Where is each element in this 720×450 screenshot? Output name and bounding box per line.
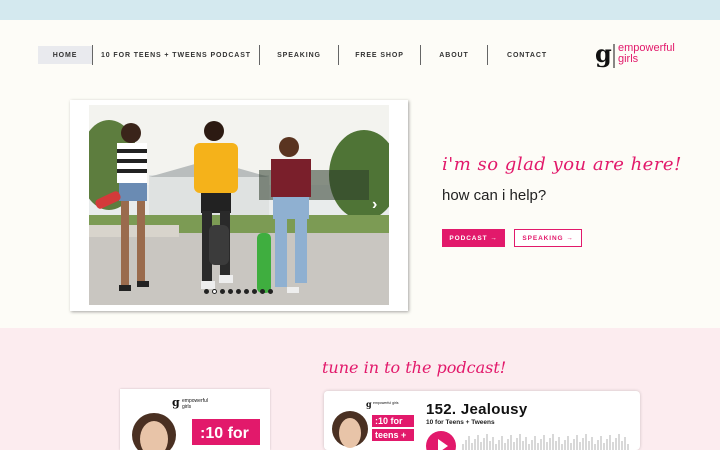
waveform-bar xyxy=(486,434,488,450)
podcast-cover-art: g empowerful girls :10 for xyxy=(120,389,270,450)
waveform-bar xyxy=(627,444,629,450)
logo-text: empowerful girls xyxy=(618,42,675,65)
waveform-bar xyxy=(477,435,479,450)
waveform-bar xyxy=(609,435,611,450)
carousel-dot[interactable] xyxy=(260,289,265,294)
episode-cover-art: g empowerful girls :10 for teens + xyxy=(324,391,414,450)
waveform-bar xyxy=(612,442,614,450)
svg-text:g: g xyxy=(172,396,180,409)
waveform-bar xyxy=(465,440,467,450)
waveform-bar xyxy=(552,434,554,450)
waveform-bar xyxy=(495,444,497,450)
nav-home[interactable]: HOME xyxy=(38,46,92,64)
carousel-dot[interactable] xyxy=(236,289,241,294)
waveform-bar xyxy=(492,437,494,450)
waveform-bar xyxy=(546,442,548,450)
waveform-bar xyxy=(567,436,569,450)
carousel-dot[interactable] xyxy=(204,289,209,294)
nav-contact[interactable]: CONTACT xyxy=(488,46,566,64)
waveform-bar xyxy=(582,438,584,450)
carousel-dot[interactable] xyxy=(244,289,249,294)
waveform-bar xyxy=(615,438,617,450)
waveform-bar xyxy=(591,437,593,450)
waveform-bar xyxy=(525,437,527,450)
svg-text:teens +: teens + xyxy=(375,430,406,440)
waveform-bar xyxy=(549,438,551,450)
hero-question: how can i help? xyxy=(442,187,547,204)
nav-podcast[interactable]: 10 FOR TEENS + TWEENS PODCAST xyxy=(93,46,259,64)
waveform-bar xyxy=(564,440,566,450)
logo-mark-icon: g xyxy=(595,42,615,68)
hero-tagline: i'm so glad you are here! xyxy=(442,154,682,175)
carousel-dot[interactable] xyxy=(228,289,233,294)
episode-title: 152. Jealousy xyxy=(426,401,528,418)
carousel-next-button[interactable]: › xyxy=(372,196,377,214)
waveform-bar xyxy=(579,442,581,450)
waveform-bar xyxy=(462,444,464,450)
waveform-bar xyxy=(600,436,602,450)
waveform-bar xyxy=(531,440,533,450)
waveform-bar xyxy=(618,434,620,450)
waveform-bar xyxy=(576,435,578,450)
waveform-bar xyxy=(507,439,509,450)
waveform-bar xyxy=(606,439,608,450)
waveform-bar xyxy=(543,435,545,450)
waveform-bar xyxy=(534,436,536,450)
carousel-dots xyxy=(204,289,273,294)
waveform-bar xyxy=(468,436,470,450)
waveform-bar xyxy=(540,439,542,450)
podcast-cover-card[interactable]: g empowerful girls :10 for xyxy=(120,389,270,450)
waveform-bar xyxy=(474,439,476,450)
carousel-dot[interactable] xyxy=(220,289,225,294)
waveform-bar xyxy=(501,436,503,450)
waveform-bar xyxy=(528,444,530,450)
carousel-dot[interactable] xyxy=(212,289,217,294)
svg-text:g: g xyxy=(595,42,612,68)
waveform-bar xyxy=(603,443,605,450)
waveform-bar xyxy=(516,438,518,450)
nav-speaking[interactable]: SPEAKING xyxy=(260,46,338,64)
waveform-bar xyxy=(537,443,539,450)
waveform-bar xyxy=(585,434,587,450)
svg-text:empowerful girls: empowerful girls xyxy=(373,401,399,405)
waveform-bar xyxy=(561,444,563,450)
waveform-bar xyxy=(588,441,590,450)
waveform-bar xyxy=(558,437,560,450)
podcast-button[interactable]: PODCAST → xyxy=(442,229,505,247)
carousel-dot[interactable] xyxy=(252,289,257,294)
svg-text:g: g xyxy=(366,399,372,409)
waveform-bar xyxy=(510,435,512,450)
waveform-bar xyxy=(570,443,572,450)
waveform-bar xyxy=(483,438,485,450)
waveform-bar xyxy=(480,442,482,450)
main-nav: HOME 10 FOR TEENS + TWEENS PODCAST SPEAK… xyxy=(38,45,566,65)
speaking-button[interactable]: SPEAKING → xyxy=(514,229,582,247)
show-name: 10 for Teens + Tweens xyxy=(426,419,495,426)
waveform-bar xyxy=(471,443,473,450)
waveform-bar xyxy=(594,444,596,450)
waveform-bar xyxy=(573,439,575,450)
waveform-bar xyxy=(519,434,521,450)
waveform-bar xyxy=(504,443,506,450)
top-bar xyxy=(0,0,720,20)
svg-text::10 for: :10 for xyxy=(200,425,249,442)
svg-text:girls: girls xyxy=(182,404,192,410)
waveform-bar xyxy=(522,441,524,450)
waveform-bar xyxy=(555,441,557,450)
carousel-dot[interactable] xyxy=(268,289,273,294)
waveform-bar xyxy=(597,440,599,450)
waveform-bar xyxy=(513,442,515,450)
waveform-bar xyxy=(498,440,500,450)
podcast-heading: tune in to the podcast! xyxy=(322,358,507,377)
site-logo[interactable]: g empowerful girls xyxy=(594,42,694,70)
chevron-right-icon: › xyxy=(372,196,378,213)
nav-about[interactable]: ABOUT xyxy=(421,46,487,64)
waveform-bar xyxy=(621,441,623,450)
svg-text::10 for: :10 for xyxy=(375,416,403,426)
waveform-bar xyxy=(624,437,626,450)
nav-free-shop[interactable]: FREE SHOP xyxy=(339,46,420,64)
waveform-bar xyxy=(489,441,491,450)
audio-waveform[interactable] xyxy=(462,432,632,450)
hero-photo xyxy=(89,105,389,305)
